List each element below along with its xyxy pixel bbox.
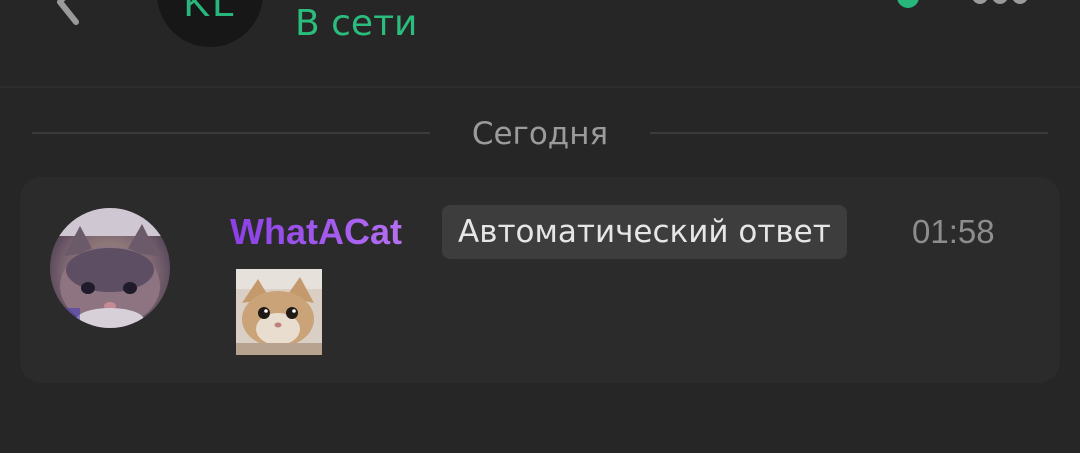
avatar-initials: KL bbox=[183, 0, 237, 25]
cat-avatar-icon bbox=[50, 208, 170, 328]
more-button[interactable] bbox=[968, 0, 1030, 8]
cat-photo-thumbnail-icon bbox=[236, 269, 322, 355]
online-indicator-icon bbox=[897, 0, 919, 8]
back-button[interactable] bbox=[40, 0, 100, 30]
message-card[interactable]: WhatACat Автоматический ответ 01:58 bbox=[20, 177, 1060, 383]
chevron-left-icon bbox=[57, 0, 79, 25]
chat-status: В сети bbox=[295, 3, 418, 44]
divider bbox=[32, 132, 430, 134]
author-name[interactable]: WhatACat bbox=[230, 205, 402, 259]
more-dots-icon bbox=[972, 0, 988, 4]
chat-screen: KL В сети Сегодня WhatACat Автоматически… bbox=[0, 0, 1080, 453]
more-dots-icon bbox=[1012, 0, 1028, 4]
auto-reply-badge: Автоматический ответ bbox=[442, 205, 847, 259]
divider bbox=[650, 132, 1048, 134]
header-divider bbox=[0, 86, 1080, 88]
message-image[interactable] bbox=[236, 269, 322, 355]
chat-avatar[interactable]: KL bbox=[157, 0, 263, 47]
date-separator: Сегодня bbox=[0, 108, 1080, 160]
message-timestamp: 01:58 bbox=[912, 213, 995, 250]
chat-header: KL В сети bbox=[0, 0, 1080, 86]
more-dots-icon bbox=[992, 0, 1008, 4]
date-label: Сегодня bbox=[471, 116, 609, 152]
author-avatar[interactable] bbox=[50, 208, 170, 328]
